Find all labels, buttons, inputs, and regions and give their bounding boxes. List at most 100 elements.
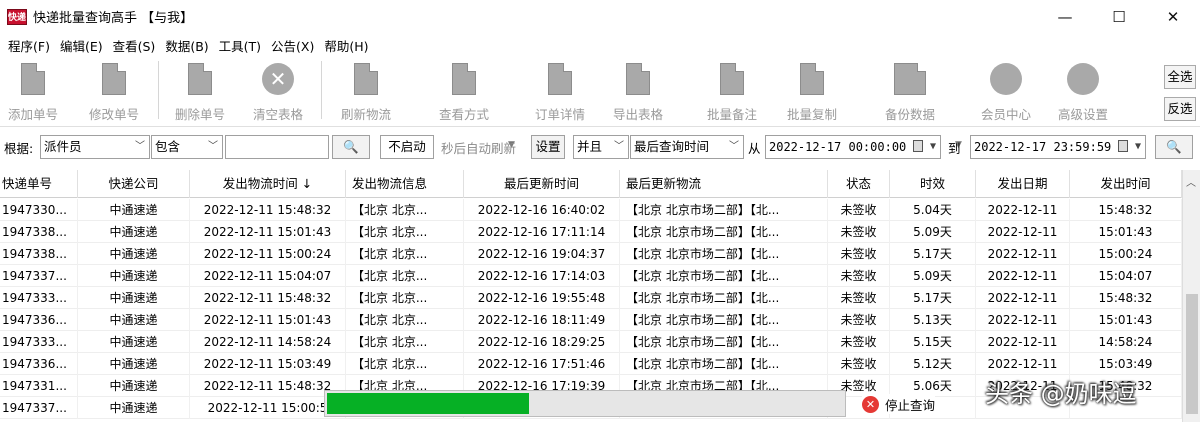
cell-duration: 5.13天 bbox=[890, 309, 976, 331]
cell-dispatch-date: 2022-12-11 bbox=[976, 199, 1070, 221]
table-row[interactable]: 1947333... 中通速递 2022-12-11 14:58:24 【北京 北京.… bbox=[0, 331, 1182, 353]
filter-field-select[interactable]: 派件员 ﹀ bbox=[40, 135, 150, 159]
refresh-logistics-button[interactable]: 刷新物流 bbox=[336, 61, 396, 123]
cell-status: 未签收 bbox=[828, 243, 890, 265]
batch-copy-button[interactable]: 批量复制 bbox=[782, 61, 842, 123]
minimize-button[interactable]: — bbox=[1038, 0, 1092, 33]
cell-dispatch-time: 2022-12-11 15:01:43 bbox=[190, 221, 346, 243]
delete-number-button[interactable]: 删除单号 bbox=[170, 61, 230, 123]
filter-value-input[interactable] bbox=[225, 135, 329, 159]
add-number-button[interactable]: 添加单号 bbox=[4, 61, 62, 123]
time-field-value: 最后查询时间 bbox=[634, 139, 710, 154]
column-header-dispatch-info[interactable]: 发出物流信息 bbox=[346, 170, 464, 198]
column-header-duration[interactable]: 时效 bbox=[890, 170, 976, 198]
column-header-dispatch-time[interactable]: 发出物流时间 ↓ bbox=[190, 170, 346, 198]
table-row[interactable]: 1947336... 中通速递 2022-12-11 15:03:49 【北京 北京.… bbox=[0, 353, 1182, 375]
cell-dispatch-time: 2022-12-11 14:58:24 bbox=[190, 331, 346, 353]
calendar-icon bbox=[913, 140, 923, 152]
cell-tracking-number: 1947338... bbox=[0, 221, 78, 243]
query-progress-bar bbox=[324, 390, 846, 417]
export-table-button[interactable]: 导出表格 bbox=[608, 61, 668, 123]
to-label: 到 bbox=[948, 141, 961, 156]
cell-duration: 5.09天 bbox=[890, 221, 976, 243]
edit-number-button[interactable]: 修改单号 bbox=[84, 61, 144, 123]
progress-fill bbox=[327, 393, 529, 414]
backup-data-button[interactable]: 备份数据 bbox=[878, 61, 942, 123]
cell-dispatch-date: 2022-12-11 bbox=[976, 331, 1070, 353]
toolbar-label: 会员中心 bbox=[980, 107, 1031, 122]
logic-select[interactable]: 并且 ﹀ bbox=[573, 135, 629, 159]
batch-copy-icon bbox=[792, 61, 832, 101]
menu-edit[interactable]: 编辑(E) bbox=[55, 36, 108, 55]
chevron-down-icon: ﹀ bbox=[729, 141, 739, 152]
menu-data[interactable]: 数据(B) bbox=[160, 36, 213, 55]
clear-table-button[interactable]: ✕ 清空表格 bbox=[248, 61, 308, 123]
cell-dispatch-clock: 15:00:24 bbox=[1070, 243, 1182, 265]
auto-refresh-settings-button[interactable]: 设置 bbox=[531, 135, 565, 159]
table-row[interactable]: 1947338... 中通速递 2022-12-11 15:01:43 【北京 北京.… bbox=[0, 221, 1182, 243]
cell-last-update-logistics: 【北京 北京市场二部】【北... bbox=[620, 309, 828, 331]
select-all-button[interactable]: 全选 bbox=[1164, 65, 1196, 89]
search-button[interactable]: 🔍 bbox=[332, 135, 370, 159]
cell-dispatch-time: 2022-12-11 15:48:32 bbox=[190, 199, 346, 221]
cell-dispatch-time: 2022-12-11 15:03:49 bbox=[190, 353, 346, 375]
date-search-button[interactable]: 🔍 bbox=[1155, 135, 1193, 159]
auto-refresh-toggle[interactable]: 不启动 bbox=[380, 135, 434, 159]
cell-courier: 中通速递 bbox=[78, 221, 190, 243]
chevron-down-icon: ▼ bbox=[929, 141, 936, 152]
filter-op-select[interactable]: 包含 ﹀ bbox=[151, 135, 223, 159]
close-button[interactable]: ✕ bbox=[1146, 0, 1200, 33]
toolbar: 添加单号 修改单号 删除单号 ✕ 清空表格 刷新物流 ▼ 查看方式 ▼ 订单详情… bbox=[0, 57, 1200, 150]
toolbar-label: 添加单号 bbox=[7, 107, 58, 122]
column-header-status[interactable]: 状态 bbox=[828, 170, 890, 198]
cell-dispatch-clock: 15:01:43 bbox=[1070, 221, 1182, 243]
end-datetime-picker[interactable]: 2022-12-17 23:59:59 ▼ bbox=[970, 135, 1146, 159]
column-header-dispatch-clock[interactable]: 发出时间 bbox=[1070, 170, 1182, 198]
menu-program[interactable]: 程序(F) bbox=[3, 36, 55, 55]
stop-icon: ✕ bbox=[862, 395, 879, 413]
column-header-last-update-time[interactable]: 最后更新时间 bbox=[464, 170, 620, 198]
table-row[interactable]: 1947337... 中通速递 2022-12-11 15:04:07 【北京 北京.… bbox=[0, 265, 1182, 287]
start-datetime-value: 2022-12-17 00:00:00 bbox=[769, 140, 907, 154]
cell-tracking-number: 1947337... bbox=[0, 397, 78, 419]
column-header-last-update-logistics[interactable]: 最后更新物流 bbox=[620, 170, 828, 198]
cell-dispatch-info: 【北京 北京... bbox=[346, 221, 464, 243]
column-header-tracking-number[interactable]: 快递单号 bbox=[0, 170, 78, 198]
maximize-button[interactable]: ☐ bbox=[1092, 0, 1146, 33]
menu-help[interactable]: 帮助(H) bbox=[319, 36, 373, 55]
logic-value: 并且 bbox=[577, 139, 603, 154]
filter-bar: 根据: 派件员 ﹀ 包含 ﹀ 🔍 不启动 秒后自动刷新 设置 并且 ﹀ 最后查询时间 ﹀… bbox=[0, 131, 1200, 163]
cell-last-update-logistics: 【北京 北京市场二部】【北... bbox=[620, 353, 828, 375]
table-row[interactable]: 1947338... 中通速递 2022-12-11 15:00:24 【北京 北京.… bbox=[0, 243, 1182, 265]
stop-query-button[interactable]: ✕ 停止查询 bbox=[862, 394, 936, 414]
scroll-up-icon[interactable]: ︿ bbox=[1186, 174, 1196, 189]
column-header-courier[interactable]: 快递公司 bbox=[78, 170, 190, 198]
cell-courier: 中通速递 bbox=[78, 243, 190, 265]
start-datetime-picker[interactable]: 2022-12-17 00:00:00 ▼ bbox=[765, 135, 941, 159]
menu-tools[interactable]: 工具(T) bbox=[214, 36, 266, 55]
menu-view[interactable]: 查看(S) bbox=[108, 36, 161, 55]
toolbar-label: 高级设置 bbox=[1057, 107, 1108, 122]
scrollbar-thumb[interactable] bbox=[1186, 294, 1198, 414]
cell-dispatch-date: 2022-12-11 bbox=[976, 243, 1070, 265]
table-row[interactable]: 1947336... 中通速递 2022-12-11 15:01:43 【北京 北京.… bbox=[0, 309, 1182, 331]
column-header-dispatch-date[interactable]: 发出日期 bbox=[976, 170, 1070, 198]
advanced-settings-button[interactable]: 高级设置 bbox=[1052, 61, 1114, 123]
table-row[interactable]: 1947330... 中通速递 2022-12-11 15:48:32 【北京 北京.… bbox=[0, 199, 1182, 221]
invert-select-button[interactable]: 反选 bbox=[1164, 97, 1196, 121]
cell-tracking-number: 1947330... bbox=[0, 199, 78, 221]
order-detail-button[interactable]: 订单详情 bbox=[530, 61, 590, 123]
toolbar-label: 删除单号 bbox=[174, 107, 225, 122]
batch-note-button[interactable]: 批量备注 bbox=[702, 61, 762, 123]
member-center-button[interactable]: 会员中心 bbox=[976, 61, 1036, 123]
app-icon: 快递 bbox=[7, 8, 27, 25]
menu-notice[interactable]: 公告(X) bbox=[266, 36, 319, 55]
from-label: 从 bbox=[748, 141, 761, 156]
view-mode-button[interactable]: 查看方式 bbox=[434, 61, 494, 123]
table-row[interactable]: 1947333... 中通速递 2022-12-11 15:48:32 【北京 北京.… bbox=[0, 287, 1182, 309]
cell-dispatch-date: 2022-12-11 bbox=[976, 309, 1070, 331]
chevron-down-icon: ﹀ bbox=[614, 141, 624, 152]
vertical-scrollbar[interactable]: ︿ bbox=[1182, 170, 1200, 422]
calendar-icon bbox=[1118, 140, 1128, 152]
time-field-select[interactable]: 最后查询时间 ﹀ bbox=[630, 135, 744, 159]
